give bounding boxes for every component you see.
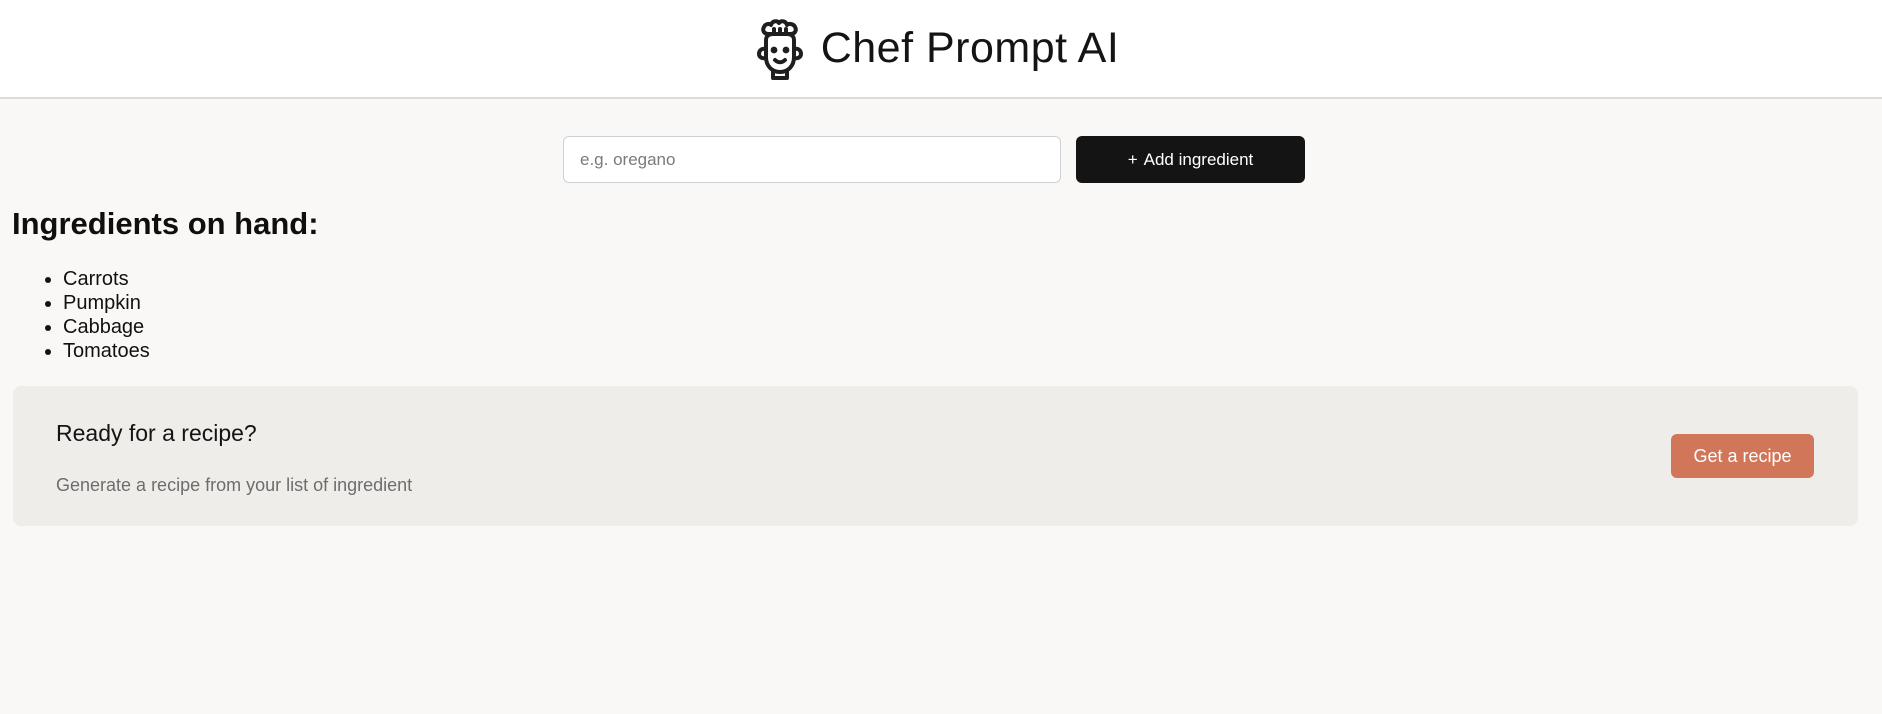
ingredient-list: Carrots Pumpkin Cabbage Tomatoes (12, 267, 150, 363)
ingredients-heading: Ingredients on hand: (12, 206, 319, 241)
list-item: Carrots (63, 267, 150, 291)
add-ingredient-label: Add ingredient (1143, 149, 1254, 169)
ingredient-input[interactable] (563, 136, 1061, 183)
list-item: Pumpkin (63, 291, 150, 315)
plus-icon: + (1127, 149, 1138, 169)
recipe-cta-title: Ready for a recipe? (56, 420, 257, 446)
get-recipe-button[interactable]: Get a recipe (1671, 434, 1814, 478)
chef-bot-icon (756, 18, 803, 80)
recipe-cta-panel: Ready for a recipe? Generate a recipe fr… (13, 386, 1858, 526)
app-title: Chef Prompt AI (820, 24, 1120, 72)
add-ingredient-form: + Add ingredient (563, 136, 1305, 183)
app-header: Chef Prompt AI (0, 0, 1882, 99)
brand: Chef Prompt AI (753, 17, 1120, 81)
list-item: Cabbage (63, 315, 150, 339)
list-item: Tomatoes (63, 339, 150, 363)
add-ingredient-button[interactable]: + Add ingredient (1076, 136, 1305, 183)
recipe-cta-subtitle: Generate a recipe from your list of ingr… (56, 475, 413, 495)
